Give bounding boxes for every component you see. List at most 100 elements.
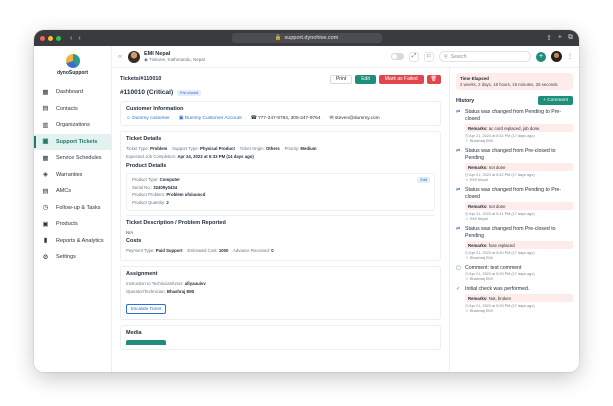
profile-avatar[interactable] [551, 51, 562, 62]
upload-media-button[interactable] [126, 340, 166, 345]
sidebar-item-dashboard[interactable]: ▦ Dashboard [34, 84, 111, 101]
sidebar-item-settings[interactable]: ⚙ Settings [34, 249, 111, 266]
phone: ☎ 777-247-9764, 305-247-9764 [250, 116, 321, 121]
sidebar-item-label: Contacts [56, 105, 78, 112]
sidebar-item-label: Reports & Analytics [56, 237, 104, 244]
assignment-heading: Assignment [126, 271, 158, 277]
completion-meta: Expected Job Completion: Apr 24, 2023 at… [126, 154, 254, 159]
media-card: Media [120, 325, 441, 350]
history-text: Status was changed from Pre-closed to Pe… [465, 148, 556, 161]
customer-card: Customer Information ☺ Dummy customer ▣ … [120, 101, 441, 126]
browser-window: ‹ › 🔒 support.dynohive.com ⇧ + ⧉ dynoSup… [34, 30, 579, 372]
sidebar-item-contacts[interactable]: ▤ Contacts [34, 101, 111, 118]
costs-heading: Costs [126, 238, 142, 244]
history-text: Status was changed from Pending to Pre-c… [465, 109, 562, 122]
history-entry: ⇄ Status was changed from Pending to Pre-… [456, 109, 573, 144]
sidebar-item-organizations[interactable]: ▥ Organizations [34, 117, 111, 134]
document-icon: ▤ [42, 187, 49, 195]
history-panel: Time Elapsed 2 weeks, 2 days, 18 hours, … [449, 68, 579, 372]
ticket-title-text: #110010 (Critical) [120, 89, 174, 96]
costs-meta: Payment Type: Paid Support Estimated Cos… [126, 248, 274, 253]
user-location: ◉ Tinkune, Kathmandu, Nepal [144, 56, 205, 62]
elapsed-label: Time Elapsed [460, 76, 489, 81]
history-entry: ⇄ Status was changed from Pending to Pre-… [456, 187, 573, 222]
add-comment-button[interactable]: + Comment [538, 96, 573, 105]
media-heading: Media [126, 330, 142, 336]
elapsed-value: 2 weeks, 2 days, 18 hours, 15 minutes, 2… [460, 82, 558, 87]
history-author: ☺ Bhashraj EMI [465, 309, 493, 313]
comment-icon: ▢ [456, 265, 461, 271]
sidebar-item-label: Settings [56, 254, 76, 261]
search-icon: ⚲ [444, 53, 448, 60]
history-title: History [456, 97, 475, 104]
swap-icon: ⇄ [456, 148, 461, 154]
add-button[interactable]: + [536, 51, 546, 62]
brand-name: dynoSupport [56, 70, 89, 76]
sidebar-item-products[interactable]: ▣ Products [34, 216, 111, 233]
sidebar-item-label: Warranties [56, 171, 83, 178]
minimize-window-icon[interactable] [48, 35, 53, 41]
history-entry: ⇄ Status was changed from Pre-closed to P… [456, 226, 573, 261]
description-heading: Ticket Description / Problem Reported [126, 220, 226, 226]
history-entry: ▢ Comment: test comment ◷ Apr 21, 2023 at … [456, 265, 573, 282]
assignment-card: Assignment Instruction to Technician/Use… [120, 266, 441, 320]
avatar[interactable] [128, 50, 140, 63]
print-button[interactable]: Print [329, 74, 353, 84]
chart-icon: ▮ [43, 237, 48, 245]
more-icon[interactable]: ⋮ [567, 53, 573, 60]
share-icon[interactable]: ⇧ [546, 34, 552, 42]
swap-icon: ⇄ [456, 187, 461, 193]
instruction-meta: Instruction to Technician/User: afiyauui… [126, 281, 206, 286]
sidebar-item-service-schedules[interactable]: ▦ Service Schedules [34, 150, 111, 167]
history-author: ☺ Bhashraj EMI [465, 256, 493, 260]
sidebar-item-label: Follow-up & Tasks [56, 204, 101, 211]
sidebar-item-support-tickets[interactable]: ▣ Support Tickets [34, 133, 111, 150]
edit-product-button[interactable]: Edit [417, 177, 430, 183]
back-icon[interactable]: ‹ [70, 35, 72, 42]
bell-icon[interactable]: ⚐ [424, 51, 434, 62]
expand-icon[interactable]: ⤢ [409, 51, 419, 62]
close-window-icon[interactable] [40, 35, 45, 41]
grid-icon: ▦ [42, 88, 49, 96]
search-placeholder: Search [450, 53, 467, 60]
delete-button[interactable]: 🗑 [426, 74, 441, 84]
escalate-button[interactable]: Escalate Ticket [126, 303, 167, 314]
gear-icon: ⚙ [42, 253, 49, 261]
history-author: ☺ EMI Nepal [465, 178, 488, 182]
ticket-icon: ▣ [42, 138, 49, 146]
sidebar-item-reports-analytics[interactable]: ▮ Reports & Analytics [34, 233, 111, 250]
status-badge: Pre-closed [177, 89, 202, 96]
tabs-icon[interactable]: ⧉ [568, 34, 573, 42]
time-elapsed: Time Elapsed 2 weeks, 2 days, 18 hours, … [456, 73, 573, 90]
new-tab-icon[interactable]: + [558, 34, 562, 42]
logo-mark-icon [65, 54, 80, 68]
forward-icon[interactable]: › [78, 35, 80, 42]
sidebar-item-label: Support Tickets [56, 138, 98, 145]
address-bar[interactable]: 🔒 support.dynohive.com [231, 33, 382, 43]
customer-link[interactable]: ☺ Dummy customer [126, 116, 170, 121]
edit-button[interactable]: Edit [355, 74, 376, 84]
sidebar-item-follow-up-tasks[interactable]: ◷ Follow-up & Tasks [34, 200, 111, 217]
collapse-sidebar-icon[interactable]: ‹‹ [118, 54, 122, 60]
search-input[interactable]: ⚲ Search [439, 51, 531, 62]
trash-icon: 🗑 [430, 76, 437, 82]
swap-icon: ⇄ [456, 226, 461, 232]
history-text: Status was changed from Pending to Pre-c… [465, 187, 562, 200]
customer-heading: Customer Information [126, 106, 184, 112]
contacts-icon: ▤ [42, 105, 49, 113]
maximize-window-icon[interactable] [56, 35, 61, 41]
account-link[interactable]: ▣ Dummy Customer Account [179, 116, 242, 121]
sidebar-item-warranties[interactable]: ◈ Warranties [34, 167, 111, 184]
history-author: ☺ Bhashraj EMI [465, 139, 493, 143]
sidebar: dynoSupport ▦ Dashboard ▤ Contacts ▥ Organiza… [34, 46, 112, 372]
history-author: ☺ EMI Nepal [465, 217, 488, 221]
ticket-details-heading: Ticket Details [126, 136, 162, 142]
theme-toggle[interactable] [391, 53, 404, 60]
mark-failed-button[interactable]: Mark as Failed [378, 74, 424, 84]
calendar-icon: ▦ [42, 154, 49, 162]
building-icon: ▥ [42, 121, 49, 129]
history-remarks: Remarks: fuse replaced [465, 241, 573, 249]
sidebar-item-amcs[interactable]: ▤ AMCs [34, 183, 111, 200]
brand-logo[interactable]: dynoSupport [34, 54, 111, 76]
shield-icon: ◈ [43, 171, 48, 179]
